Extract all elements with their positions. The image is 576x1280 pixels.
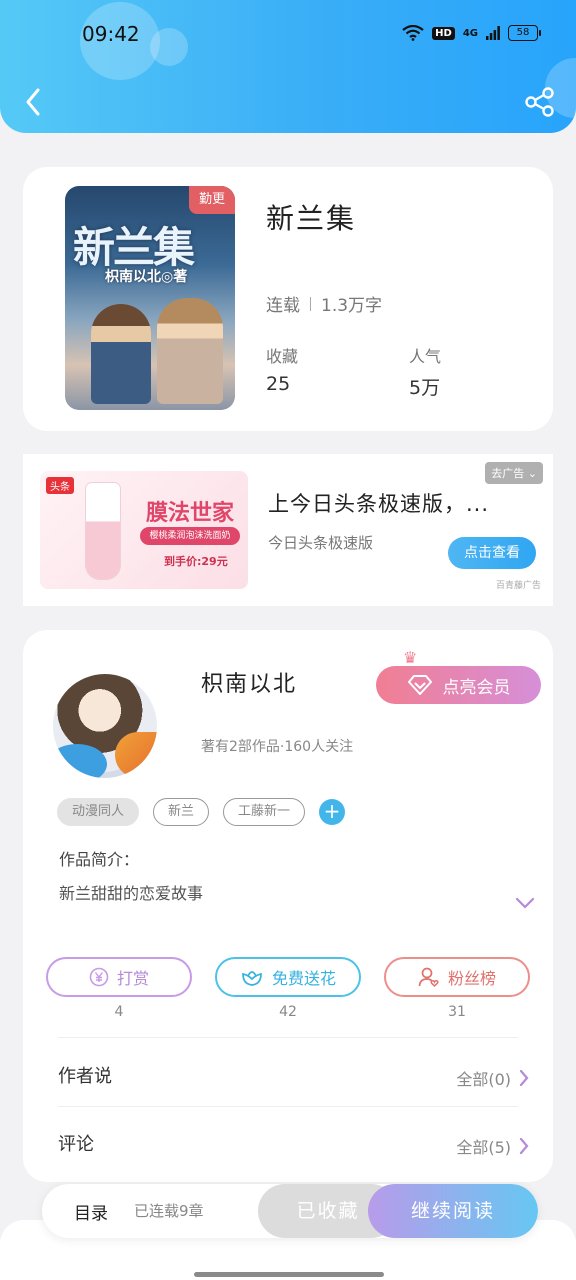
ad-view-button[interactable]: 点击查看 — [448, 537, 536, 569]
avatar-decor — [53, 744, 107, 778]
author-say-all: 全部(0) — [456, 1070, 511, 1089]
tag[interactable]: 动漫同人 — [57, 798, 140, 826]
wifi-icon — [402, 25, 424, 41]
share-icon — [525, 87, 554, 117]
product-image — [86, 483, 120, 579]
ad-image: 头条 膜法世家 樱桃柔润泡沫洗面奶 到手价:29元 — [40, 471, 248, 589]
battery-icon: 58 — [508, 25, 541, 41]
chevron-right-icon — [519, 1137, 529, 1155]
send-flower-button[interactable]: 免费送花 — [215, 957, 361, 997]
vip-button[interactable]: 点亮会员 — [376, 666, 541, 704]
status-icons: HD 4G 58 — [402, 25, 541, 41]
chevron-right-icon — [519, 1069, 529, 1087]
ad-price: 到手价:29元 — [164, 555, 228, 568]
divider — [58, 1106, 518, 1107]
tip-button[interactable]: 打赏 — [46, 957, 192, 997]
tag-list: 动漫同人 新兰 工藤新一 + — [57, 798, 346, 826]
author-card: 枳南以北 著有2部作品·160人关注 ♛ 点亮会员 动漫同人 新兰 工藤新一 +… — [23, 630, 553, 1182]
author-name[interactable]: 枳南以北 — [201, 666, 297, 698]
author-say-link[interactable]: 全部(0) — [456, 1066, 529, 1090]
serial-status: 连载 — [266, 296, 300, 316]
book-title: 新兰集 — [266, 202, 357, 235]
chapter-count[interactable]: 已连载9章 — [134, 1200, 204, 1221]
popularity-value: 5万 — [409, 377, 441, 399]
avatar[interactable] — [53, 674, 157, 778]
ad-banner[interactable]: 头条 膜法世家 樱桃柔润泡沫洗面奶 到手价:29元 去广告 ⌄ 上今日头条极速版… — [23, 454, 553, 606]
status-time: 09:42 — [82, 22, 140, 46]
add-tag-button[interactable]: + — [319, 799, 346, 825]
yen-icon — [89, 967, 109, 987]
diamond-icon — [407, 675, 432, 695]
ad-product-sub: 樱桃柔润泡沫洗面奶 — [140, 527, 240, 545]
bottom-action-bar: 目录 已连载9章 已收藏 继续阅读 — [42, 1184, 538, 1238]
ad-brand: 头条 — [46, 477, 74, 494]
intro-label: 作品简介： — [59, 850, 140, 869]
fans-rank-button[interactable]: 粉丝榜 — [384, 957, 530, 997]
book-cover[interactable]: 新兰集 枳南以北◎著 勤更 — [65, 186, 235, 410]
fans-rank-label: 粉丝榜 — [447, 969, 496, 988]
comments-link[interactable]: 全部(5) — [456, 1134, 529, 1158]
collect-label: 收藏 — [266, 347, 299, 366]
cover-figure — [91, 304, 151, 404]
cover-author: 枳南以北◎著 — [105, 269, 188, 285]
send-flower-label: 免费送花 — [271, 969, 336, 988]
top-header: 09:42 HD 4G 58 — [0, 0, 576, 133]
ad-product-name: 膜法世家 — [146, 501, 235, 526]
comments-all: 全部(5) — [456, 1138, 511, 1157]
flower-count: 42 — [279, 1004, 297, 1020]
tag[interactable]: 新兰 — [153, 798, 210, 826]
network-indicator: 4G — [462, 27, 478, 39]
author-say-label: 作者说 — [58, 1066, 112, 1087]
update-tag: 勤更 — [189, 186, 235, 214]
user-heart-icon — [418, 967, 439, 988]
chevron-down-icon[interactable] — [515, 896, 535, 910]
ad-desc: 今日头条极速版 — [268, 534, 374, 552]
back-button[interactable] — [16, 82, 50, 122]
book-status: 连载 1.3万字 — [266, 291, 382, 316]
collect-value: 25 — [266, 373, 291, 395]
ad-source: 百青藤广告 — [495, 581, 541, 591]
book-info-card: 新兰集 枳南以北◎著 勤更 新兰集 连载 1.3万字 收藏 25 人气 5万 — [23, 167, 553, 431]
cover-figure — [157, 298, 223, 404]
crown-icon: ♛ — [403, 648, 418, 667]
fans-count: 31 — [448, 1004, 466, 1020]
remove-ad-label: 去广告 — [491, 467, 525, 480]
ad-title: 上今日头条极速版，... — [268, 492, 490, 516]
tip-label: 打赏 — [116, 969, 149, 988]
vip-label: 点亮会员 — [442, 677, 511, 698]
tip-count: 4 — [114, 1004, 124, 1020]
comments-label: 评论 — [58, 1134, 94, 1155]
divider — [58, 1037, 518, 1038]
word-count: 1.3万字 — [321, 296, 383, 316]
continue-reading-button[interactable]: 继续阅读 — [368, 1184, 538, 1238]
popularity-label: 人气 — [409, 347, 442, 366]
remove-ad-button[interactable]: 去广告 ⌄ — [485, 462, 543, 484]
avatar-decor — [115, 732, 157, 778]
home-indicator[interactable] — [194, 1272, 384, 1277]
toc-button[interactable]: 目录 — [74, 1199, 108, 1224]
decor-bubble — [150, 28, 188, 66]
share-button[interactable] — [524, 86, 556, 118]
divider — [310, 296, 311, 311]
back-arrow-icon — [26, 88, 40, 116]
hd-badge: HD — [432, 26, 455, 40]
flower-icon — [242, 971, 262, 986]
intro-text: 新兰甜甜的恋爱故事 — [59, 884, 204, 903]
tag[interactable]: 工藤新一 — [223, 798, 306, 826]
signal-icon — [486, 26, 500, 40]
author-meta: 著有2部作品·160人关注 — [201, 739, 354, 755]
